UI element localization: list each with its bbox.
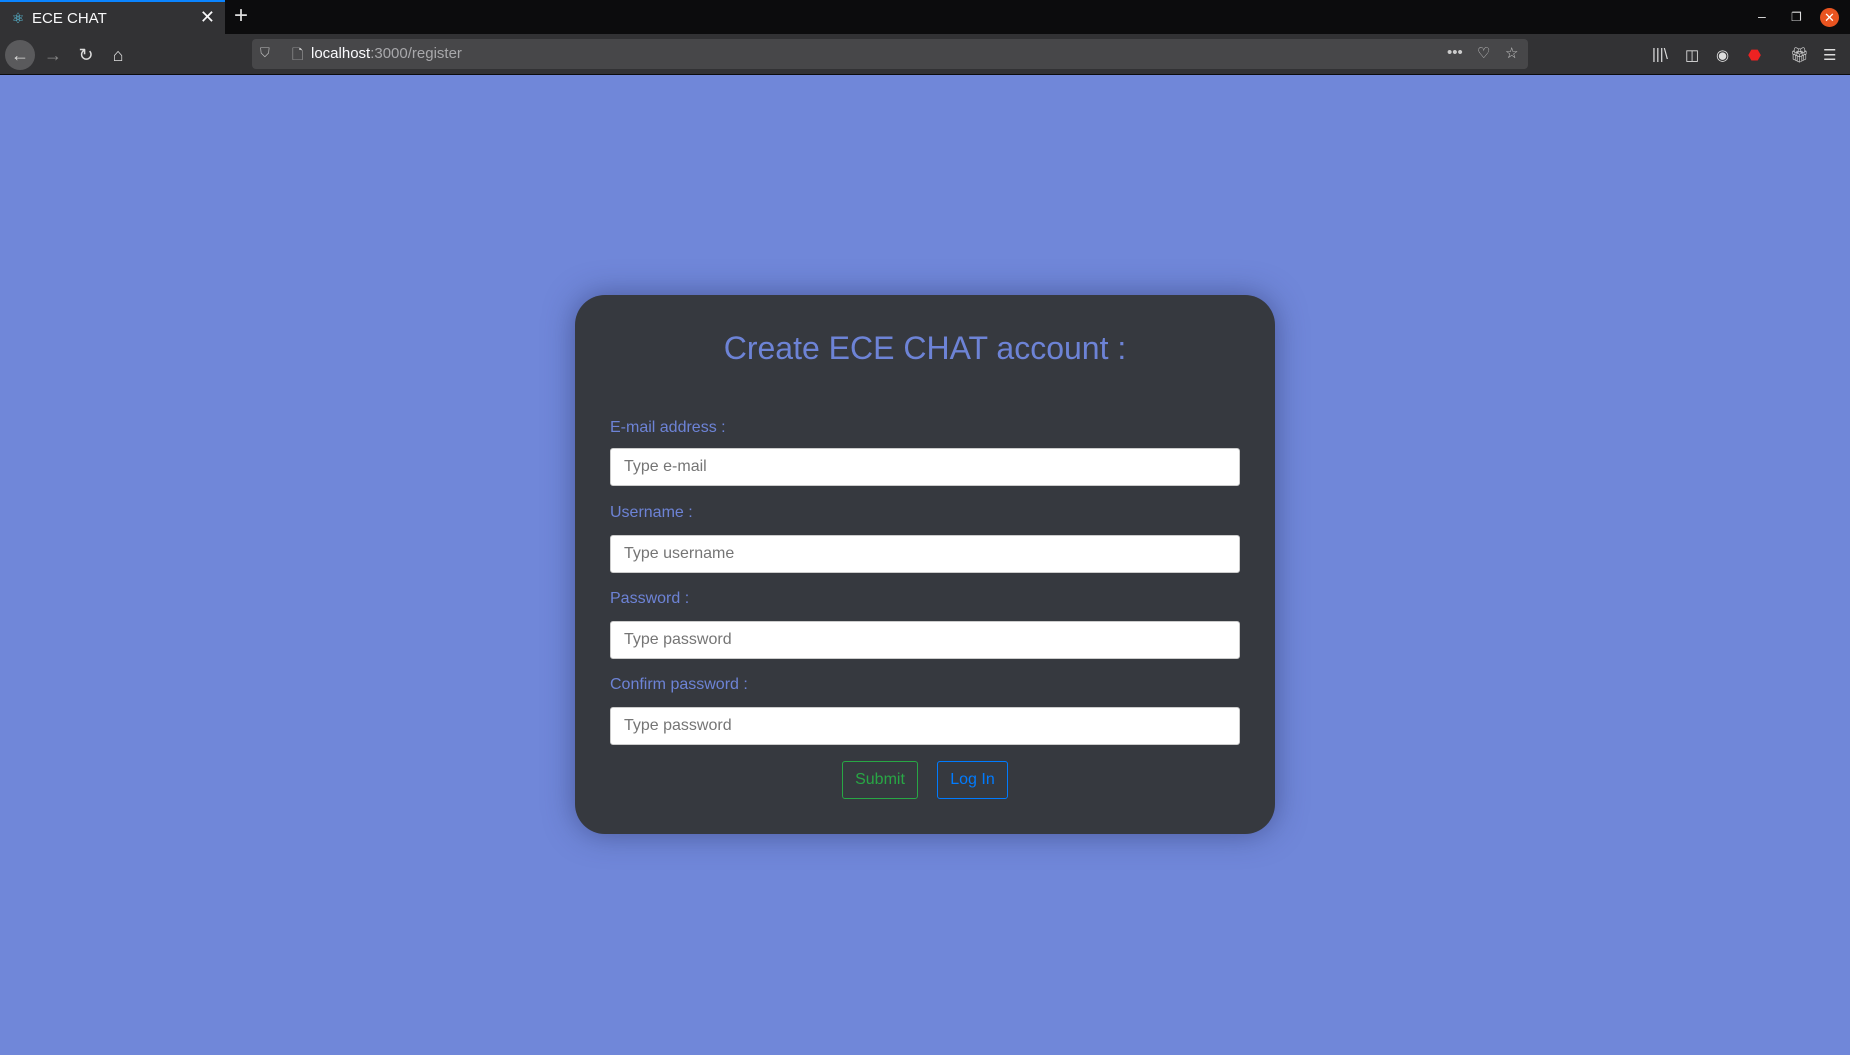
password-label: Password : <box>610 590 690 607</box>
restore-icon[interactable]: ❐ <box>1791 10 1802 24</box>
nav-toolbar: ← → ↻ ⌂ ⛉ 🗋 localhost:3000/register ••• … <box>0 34 1850 75</box>
username-label: Username : <box>610 504 693 521</box>
account-icon[interactable]: ◉ <box>1716 46 1729 64</box>
page-icon: 🗋 <box>292 46 304 62</box>
library-icon[interactable]: |||\ <box>1652 46 1668 63</box>
password-input[interactable] <box>610 621 1240 659</box>
shield-icon[interactable]: ⛉ <box>260 45 270 61</box>
pocket-icon[interactable]: ♡ <box>1477 44 1490 62</box>
menu-icon[interactable]: ☰ <box>1823 46 1836 64</box>
email-input[interactable] <box>610 448 1240 486</box>
tab-ece-chat[interactable]: ⚛ ECE CHAT ✕ <box>0 0 225 34</box>
window-close-icon[interactable]: ✕ <box>1820 8 1839 27</box>
more-actions-icon[interactable]: ••• <box>1447 44 1463 61</box>
gift-icon[interactable]: 🎁︎ <box>1790 46 1809 64</box>
url-text: localhost:3000/register <box>311 45 462 62</box>
bookmark-star-icon[interactable]: ☆ <box>1505 44 1518 62</box>
new-tab-button[interactable]: + <box>234 2 248 30</box>
tab-title: ECE CHAT <box>32 10 107 27</box>
react-icon: ⚛ <box>11 10 25 26</box>
register-card: Create ECE CHAT account : E-mail address… <box>575 295 1275 834</box>
tab-bar: ⚛ ECE CHAT ✕ + – ❐ ✕ <box>0 0 1850 34</box>
minimize-icon[interactable]: – <box>1758 8 1766 24</box>
username-input[interactable] <box>610 535 1240 573</box>
reload-button[interactable]: ↻ <box>71 40 101 70</box>
home-button[interactable]: ⌂ <box>103 40 133 70</box>
confirm-password-label: Confirm password : <box>610 676 748 693</box>
page-title: Create ECE CHAT account : <box>723 330 1127 366</box>
sidebar-icon[interactable]: ◫ <box>1685 46 1699 64</box>
email-label: E-mail address : <box>610 419 726 436</box>
close-tab-icon[interactable]: ✕ <box>200 7 215 28</box>
forward-button[interactable]: → <box>38 40 68 70</box>
confirm-password-input[interactable] <box>610 707 1240 745</box>
url-path: :3000/register <box>370 45 462 62</box>
address-bar[interactable]: ⛉ 🗋 localhost:3000/register ••• ♡ ☆ <box>252 39 1528 69</box>
login-button[interactable]: Log In <box>937 761 1008 799</box>
adblock-icon[interactable]: ⬣ <box>1748 46 1761 64</box>
back-button[interactable]: ← <box>5 40 35 70</box>
submit-button[interactable]: Submit <box>842 761 918 799</box>
url-host: localhost <box>311 45 371 62</box>
